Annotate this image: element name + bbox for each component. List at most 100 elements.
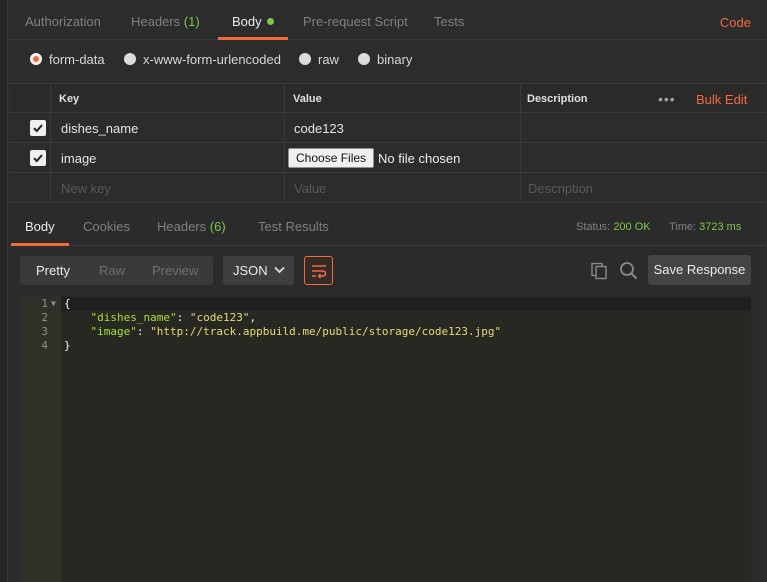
- row-enabled-checkbox[interactable]: [30, 120, 46, 136]
- view-mode-group: Pretty Raw Preview: [20, 256, 213, 285]
- tab-label: Pre-request Script: [303, 14, 408, 29]
- code-line: "dishes_name": "code123",: [90, 311, 257, 324]
- radio-label: binary: [377, 52, 413, 67]
- code-line: {: [64, 297, 71, 310]
- new-description-cell[interactable]: Description: [520, 173, 767, 202]
- new-description-placeholder: Description: [528, 181, 594, 196]
- tab-tests[interactable]: Tests: [434, 0, 464, 40]
- radio-binary[interactable]: binary: [358, 51, 412, 69]
- new-key-cell[interactable]: New key: [50, 173, 284, 202]
- choose-files-button[interactable]: Choose Files: [288, 148, 375, 168]
- format-value: JSON: [233, 263, 268, 278]
- response-time: Time: 3723 ms: [669, 204, 741, 250]
- value-column-header: Value: [284, 84, 520, 112]
- response-tab-bar: Body Cookies Headers (6) Test Results St…: [10, 204, 767, 246]
- key-value: image: [61, 151, 97, 166]
- code-line: }: [64, 339, 71, 352]
- radio-unchecked-icon: [124, 53, 136, 65]
- value-text: code123: [294, 121, 344, 136]
- tab-label: Cookies: [83, 219, 130, 234]
- radio-unchecked-icon: [358, 53, 370, 65]
- request-panel: Authorization Headers (1) Body Pre-reque…: [10, 0, 767, 582]
- response-panel: Body Cookies Headers (6) Test Results St…: [10, 204, 767, 582]
- fold-arrow-icon[interactable]: ▼: [51, 299, 56, 308]
- response-tab-headers[interactable]: Headers (6): [157, 204, 226, 246]
- new-value-cell[interactable]: Value: [284, 173, 520, 202]
- save-response-button[interactable]: Save Response: [648, 255, 751, 285]
- line-number-gutter: 1 ▼ 2 3 4: [20, 296, 61, 582]
- table-header-row: Key Value Description ••• Bulk Edit: [10, 83, 767, 113]
- line-number: 4: [41, 339, 48, 352]
- tab-headers[interactable]: Headers (1): [131, 0, 200, 40]
- active-line-highlight: [61, 297, 751, 311]
- body-mode-selector: form-data x-www-form-urlencoded raw bina…: [10, 40, 767, 80]
- key-header-label: Key: [59, 93, 80, 105]
- time-value: 3723 ms: [699, 221, 742, 233]
- view-raw-button[interactable]: Raw: [99, 256, 125, 285]
- response-tab-test-results[interactable]: Test Results: [258, 204, 329, 246]
- key-value: dishes_name: [61, 121, 139, 136]
- json-close-brace: }: [64, 339, 71, 352]
- radio-unchecked-icon: [299, 53, 311, 65]
- radio-checked-icon: [30, 53, 42, 65]
- tab-label: Headers: [157, 219, 207, 234]
- new-value-placeholder: Value: [294, 181, 327, 196]
- tab-pre-request-script[interactable]: Pre-request Script: [303, 0, 408, 40]
- radio-form-data[interactable]: form-data: [30, 51, 105, 69]
- value-cell[interactable]: code123: [284, 113, 520, 142]
- description-cell[interactable]: [520, 113, 767, 142]
- form-data-table: Key Value Description ••• Bulk Edit dish…: [10, 83, 767, 203]
- tab-body[interactable]: Body: [218, 0, 288, 40]
- key-cell[interactable]: dishes_name: [50, 113, 284, 142]
- table-row: dishes_name code123: [10, 113, 767, 143]
- request-tab-bar: Authorization Headers (1) Body Pre-reque…: [10, 0, 767, 40]
- tab-authorization[interactable]: Authorization: [25, 0, 101, 40]
- tab-label: Body: [232, 14, 262, 29]
- tab-label: Authorization: [25, 14, 101, 29]
- checkmark-icon: [33, 154, 43, 163]
- key-cell[interactable]: image: [50, 143, 284, 172]
- wrap-lines-icon: [312, 265, 327, 279]
- code-line: "image": "http://track.appbuild.me/publi…: [90, 325, 502, 338]
- json-key: "image": [90, 325, 137, 338]
- tab-label: Test Results: [258, 219, 329, 234]
- json-string: "code123": [189, 311, 250, 324]
- view-preview-button[interactable]: Preview: [152, 256, 198, 285]
- radio-x-www-form-urlencoded[interactable]: x-www-form-urlencoded: [124, 51, 281, 69]
- body-indicator-dot: [266, 18, 274, 25]
- left-sidebar-edge: [0, 0, 8, 582]
- tab-label: Headers: [131, 14, 181, 29]
- radio-label: raw: [318, 52, 339, 67]
- view-pretty-button[interactable]: Pretty: [36, 256, 70, 285]
- time-label: Time:: [669, 221, 697, 233]
- response-toolbar: Pretty Raw Preview JSON Save Response: [10, 246, 767, 296]
- line-number: 3: [41, 325, 48, 338]
- response-tab-body[interactable]: Body: [11, 204, 69, 246]
- line-number: 1: [41, 297, 48, 310]
- table-row-new: New key Value Description: [10, 173, 767, 203]
- line-number: 2: [41, 311, 48, 324]
- search-icon[interactable]: [619, 261, 638, 280]
- tab-label: Body: [25, 219, 55, 234]
- format-select[interactable]: JSON: [223, 256, 294, 285]
- row-enabled-checkbox[interactable]: [30, 150, 46, 166]
- bulk-edit-link[interactable]: Bulk Edit: [696, 92, 747, 107]
- table-row: image Choose Files No file chosen: [10, 143, 767, 173]
- json-open-brace: {: [64, 297, 71, 310]
- description-cell[interactable]: [520, 143, 767, 172]
- response-tab-cookies[interactable]: Cookies: [83, 204, 130, 246]
- wrap-lines-button[interactable]: [304, 256, 333, 285]
- value-header-label: Value: [293, 93, 322, 105]
- copy-icon[interactable]: [590, 262, 608, 280]
- radio-raw[interactable]: raw: [299, 51, 339, 69]
- more-options-icon[interactable]: •••: [658, 91, 676, 107]
- json-string: "http://track.appbuild.me/public/storage…: [150, 325, 502, 338]
- new-key-placeholder: New key: [61, 181, 111, 196]
- status-value: 200 OK: [613, 221, 651, 233]
- tab-label: Tests: [434, 14, 465, 29]
- radio-label: x-www-form-urlencoded: [143, 52, 281, 67]
- response-code-editor[interactable]: 1 ▼ 2 3 4 { "dishes_name": "code123", "i…: [20, 296, 751, 582]
- chevron-down-icon: [274, 266, 285, 274]
- headers-count: (1): [183, 14, 200, 29]
- response-status: Status: 200 OK: [576, 204, 651, 250]
